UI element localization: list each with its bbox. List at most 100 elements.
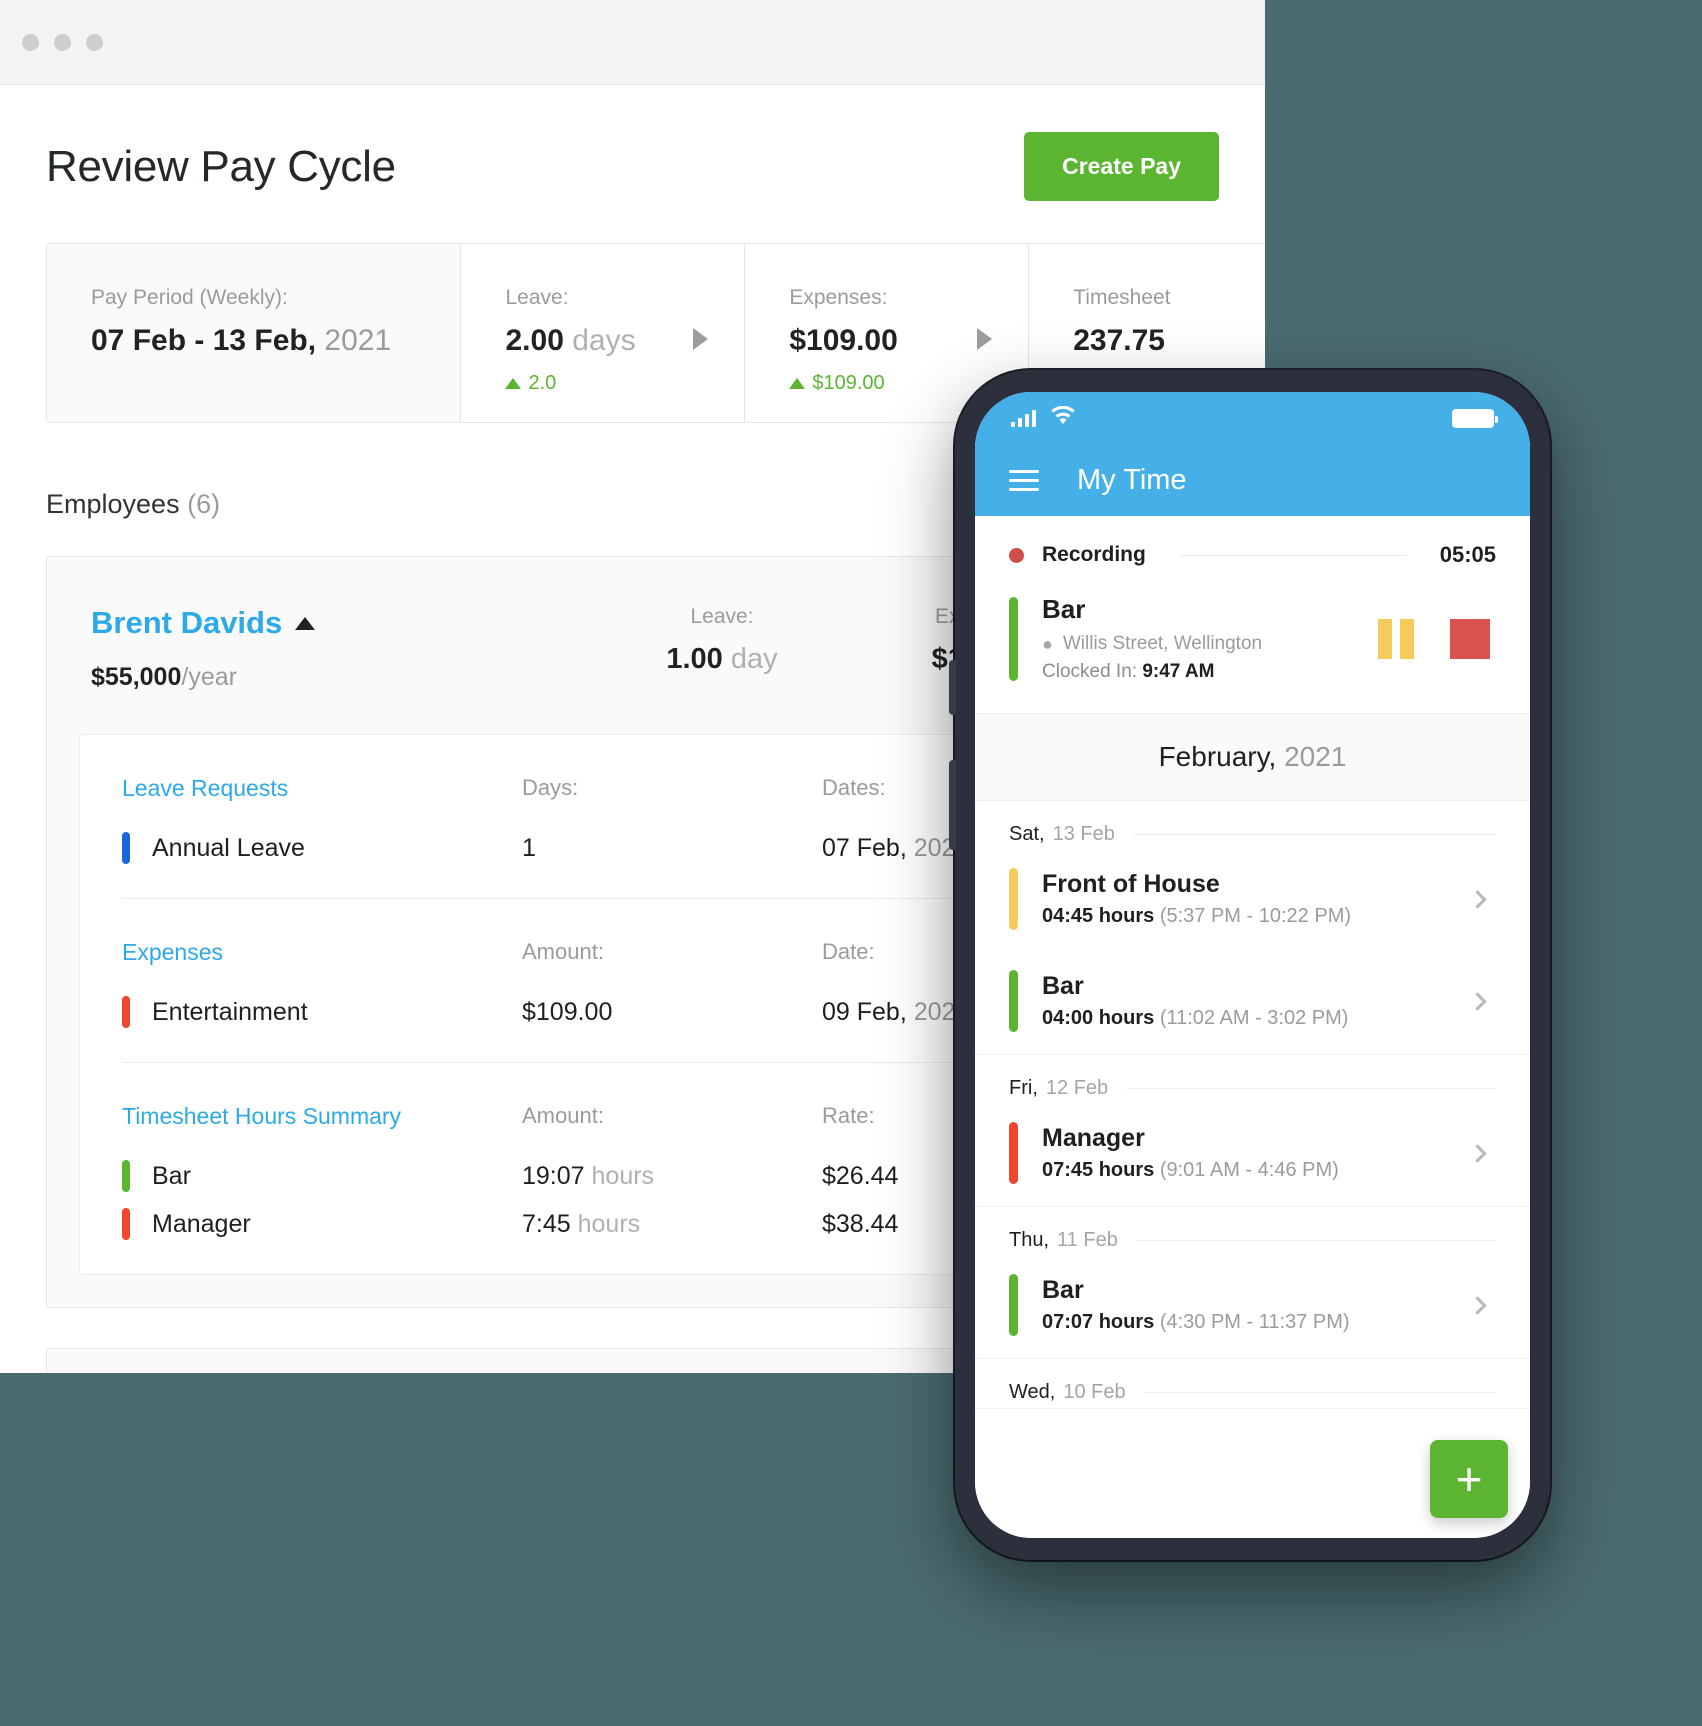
leave-label: Leave:: [505, 286, 569, 309]
phone-volume-up-button[interactable]: [949, 660, 956, 715]
entry-subtitle: 04:45 hours (5:37 PM - 10:22 PM): [1042, 905, 1471, 928]
employee-leave-number: 1.00: [666, 643, 723, 675]
expenses-title: Expenses: [122, 939, 224, 965]
color-chip-icon: [122, 832, 130, 864]
phone-app-title: My Time: [1077, 463, 1187, 496]
employee-salary-period: /year: [181, 663, 237, 691]
month-header: February, 2021: [975, 713, 1530, 801]
timesheet-role-name: Manager: [122, 1208, 522, 1240]
chevron-right-icon: [1468, 1143, 1487, 1163]
recording-label: Recording: [1042, 543, 1146, 566]
recording-section: Recording 05:05 Bar ● Willis Street, Wel…: [975, 516, 1530, 713]
triangle-up-icon: [505, 378, 522, 389]
timesheet-role-label: Bar: [152, 1161, 191, 1190]
expenses-amount-header: Amount:: [522, 939, 604, 964]
triangle-up-icon: [789, 378, 806, 389]
add-entry-button[interactable]: +: [1430, 1440, 1508, 1518]
pay-period-range: 07 Feb - 13 Feb,: [91, 324, 317, 357]
phone-mockup: My Time Recording 05:05 Bar ● Willis Str…: [949, 370, 1550, 1560]
color-chip-icon: [1009, 1274, 1018, 1336]
timesheet-timeline[interactable]: Sat, 13 Feb Front of House 04:45 hours (…: [975, 801, 1530, 1538]
day-of-week: Wed,: [1009, 1381, 1056, 1403]
employee-name-label: Brent Davids: [91, 605, 283, 640]
entry-subtitle: 07:45 hours (9:01 AM - 4:46 PM): [1042, 1159, 1471, 1182]
stop-button[interactable]: [1450, 618, 1490, 659]
chevron-right-icon[interactable]: [977, 328, 993, 350]
window-maximize-dot[interactable]: [86, 33, 103, 51]
leave-request-name: Annual Leave: [122, 832, 522, 864]
day-of-week: Sat,: [1009, 823, 1045, 845]
day-date: 11 Feb: [1057, 1229, 1118, 1251]
recording-info: Bar ● Willis Street, Wellington Clocked …: [1042, 594, 1378, 683]
chevron-right-icon: [1468, 889, 1487, 909]
divider: [1179, 554, 1406, 556]
caret-up-icon: [295, 616, 316, 630]
entry-range: (9:01 AM - 4:46 PM): [1159, 1159, 1339, 1181]
list-item[interactable]: Bar 07:07 hours (4:30 PM - 11:37 PM): [1009, 1256, 1496, 1358]
expense-amount: $109.00: [522, 997, 613, 1026]
expenses-label: Expenses:: [789, 286, 888, 309]
day-group: Wed, 10 Feb: [975, 1359, 1530, 1409]
leave-requests-title: Leave Requests: [122, 775, 289, 801]
entry-body: Manager 07:45 hours (9:01 AM - 4:46 PM): [1042, 1124, 1471, 1182]
day-header: Wed, 10 Feb: [1009, 1359, 1496, 1408]
pause-button[interactable]: [1378, 618, 1414, 659]
timesheet-hours-value: 7:45: [522, 1209, 571, 1238]
day-group: Sat, 13 Feb Front of House 04:45 hours (…: [975, 801, 1530, 1055]
page-header: Review Pay Cycle Create Pay: [46, 85, 1219, 201]
phone-screen: My Time Recording 05:05 Bar ● Willis Str…: [975, 392, 1530, 1538]
employee-leave-unit: day: [730, 643, 778, 675]
expense-date-value: 09 Feb,: [822, 997, 907, 1026]
employees-count: (6): [187, 489, 221, 519]
entry-range: (5:37 PM - 10:22 PM): [1159, 905, 1352, 927]
month-name: February,: [1158, 741, 1277, 772]
list-item[interactable]: Manager 07:45 hours (9:01 AM - 4:46 PM): [1009, 1104, 1496, 1206]
recording-location: ● Willis Street, Wellington: [1042, 633, 1378, 655]
leave-value: 2.00 days: [505, 324, 744, 358]
entry-subtitle: 07:07 hours (4:30 PM - 11:37 PM): [1042, 1311, 1471, 1334]
chevron-right-icon: [1468, 1295, 1487, 1315]
browser-titlebar: [0, 0, 1265, 85]
list-item[interactable]: Front of House 04:45 hours (5:37 PM - 10…: [1009, 850, 1496, 952]
phone-volume-down-button[interactable]: [949, 760, 956, 850]
timesheet-title: Timesheet Hours Summary: [122, 1103, 402, 1129]
page-title: Review Pay Cycle: [46, 141, 396, 191]
entry-hours: 07:07 hours: [1042, 1311, 1155, 1333]
employees-label: Employees: [46, 489, 180, 519]
entry-title: Bar: [1042, 1276, 1084, 1304]
timesheet-hours: 7:45 hours: [522, 1210, 822, 1239]
pay-period-label: Pay Period (Weekly):: [91, 286, 288, 309]
window-minimize-dot[interactable]: [54, 33, 71, 51]
employee-leave-label: Leave:: [690, 605, 754, 628]
pay-period-year: 2021: [324, 324, 392, 357]
chevron-right-icon[interactable]: [693, 328, 709, 350]
employee-name-toggle[interactable]: Brent Davids: [91, 605, 591, 641]
month-label: February, 2021: [1159, 741, 1347, 773]
color-chip-icon: [1009, 970, 1018, 1032]
pay-period-value: 07 Feb - 13 Feb, 2021: [91, 324, 460, 358]
phone-app-bar: My Time: [975, 444, 1530, 516]
day-of-week: Thu,: [1009, 1229, 1050, 1251]
entry-title: Bar: [1042, 972, 1084, 1000]
create-pay-button[interactable]: Create Pay: [1024, 132, 1219, 201]
day-header: Fri, 12 Feb: [1009, 1055, 1496, 1104]
day-group: Thu, 11 Feb Bar 07:07 hours (4:30 PM - 1…: [975, 1207, 1530, 1359]
timesheet-hours: 19:07 hours: [522, 1162, 822, 1191]
summary-card-leave[interactable]: Leave: 2.00 days 2.0: [461, 244, 746, 422]
divider: [1132, 834, 1496, 835]
leave-request-days: 1: [522, 833, 536, 862]
employee-salary: $55,000/year: [91, 663, 591, 692]
signal-icon: [1011, 409, 1036, 427]
expenses-delta-value: $109.00: [812, 372, 885, 394]
menu-icon[interactable]: [1009, 469, 1039, 491]
day-group: Fri, 12 Feb Manager 07:45 hours (9:01 AM…: [975, 1055, 1530, 1207]
timesheet-value: 237.75: [1073, 324, 1165, 357]
window-close-dot[interactable]: [22, 33, 39, 51]
list-item[interactable]: Bar 04:00 hours (11:02 AM - 3:02 PM): [1009, 952, 1496, 1054]
timesheet-hours-value: 19:07: [522, 1161, 585, 1190]
chevron-right-icon: [1468, 991, 1487, 1011]
day-header: Sat, 13 Feb: [1009, 801, 1496, 850]
leave-delta: 2.0: [505, 372, 744, 395]
entry-title: Manager: [1042, 1124, 1145, 1152]
divider: [1126, 1088, 1496, 1089]
